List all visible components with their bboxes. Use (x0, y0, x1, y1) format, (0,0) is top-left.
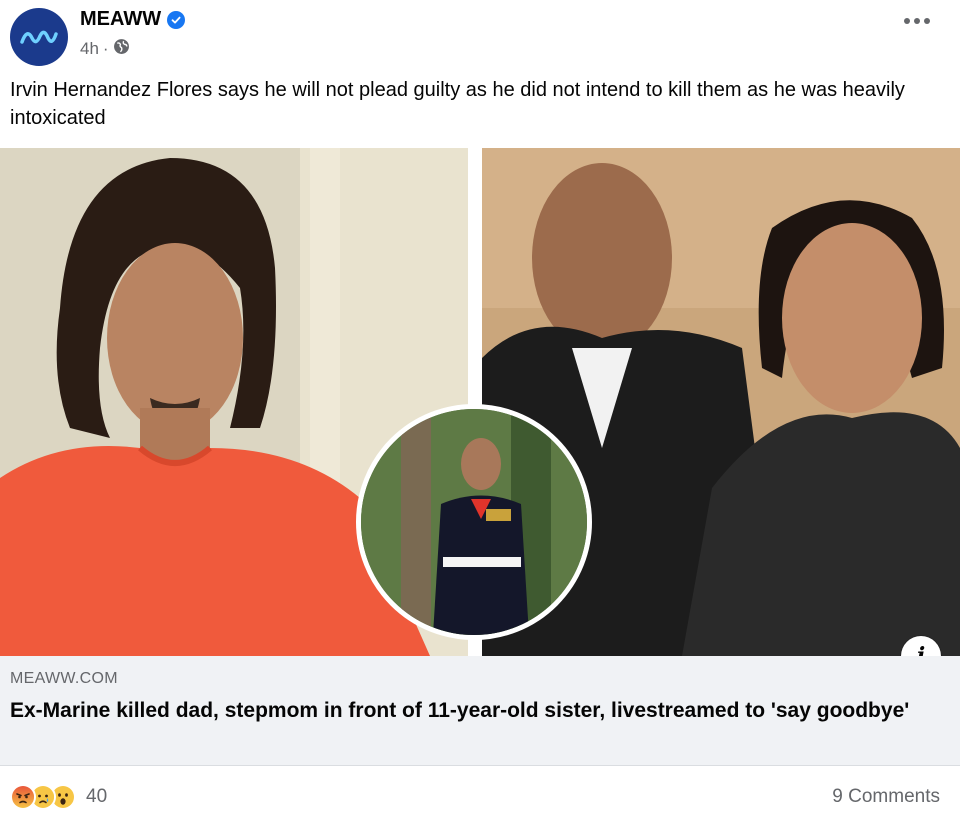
reaction-count[interactable]: 40 (86, 786, 107, 808)
meaww-logo (20, 30, 58, 44)
page-avatar[interactable] (10, 8, 68, 66)
post-footer: 40 9 Comments (0, 766, 960, 822)
comments-count[interactable]: 9 Comments (832, 786, 940, 808)
post-time[interactable]: 4h (80, 39, 99, 59)
link-title[interactable]: Ex-Marine killed dad, stepmom in front o… (10, 696, 930, 726)
globe-icon (113, 38, 130, 60)
link-domain: MEAWW.COM (10, 670, 118, 687)
photo-marine-inset (356, 404, 592, 640)
verified-badge-icon (167, 10, 186, 29)
post-meta: 4h · (80, 38, 130, 60)
page-name[interactable]: MEAWW (80, 8, 161, 31)
link-preview-image[interactable] (0, 148, 960, 656)
reactions-summary[interactable]: 40 (10, 784, 107, 810)
meta-separator: · (102, 39, 109, 58)
page-name-link[interactable]: MEAWW (80, 8, 186, 31)
more-options-icon[interactable] (904, 18, 930, 24)
post-caption: Irvin Hernandez Flores says he will not … (10, 79, 905, 129)
post-header: MEAWW 4h · (0, 0, 960, 70)
link-card[interactable]: MEAWW.COM Ex-Marine killed dad, stepmom … (0, 656, 960, 766)
angry-reaction-icon (10, 784, 36, 810)
